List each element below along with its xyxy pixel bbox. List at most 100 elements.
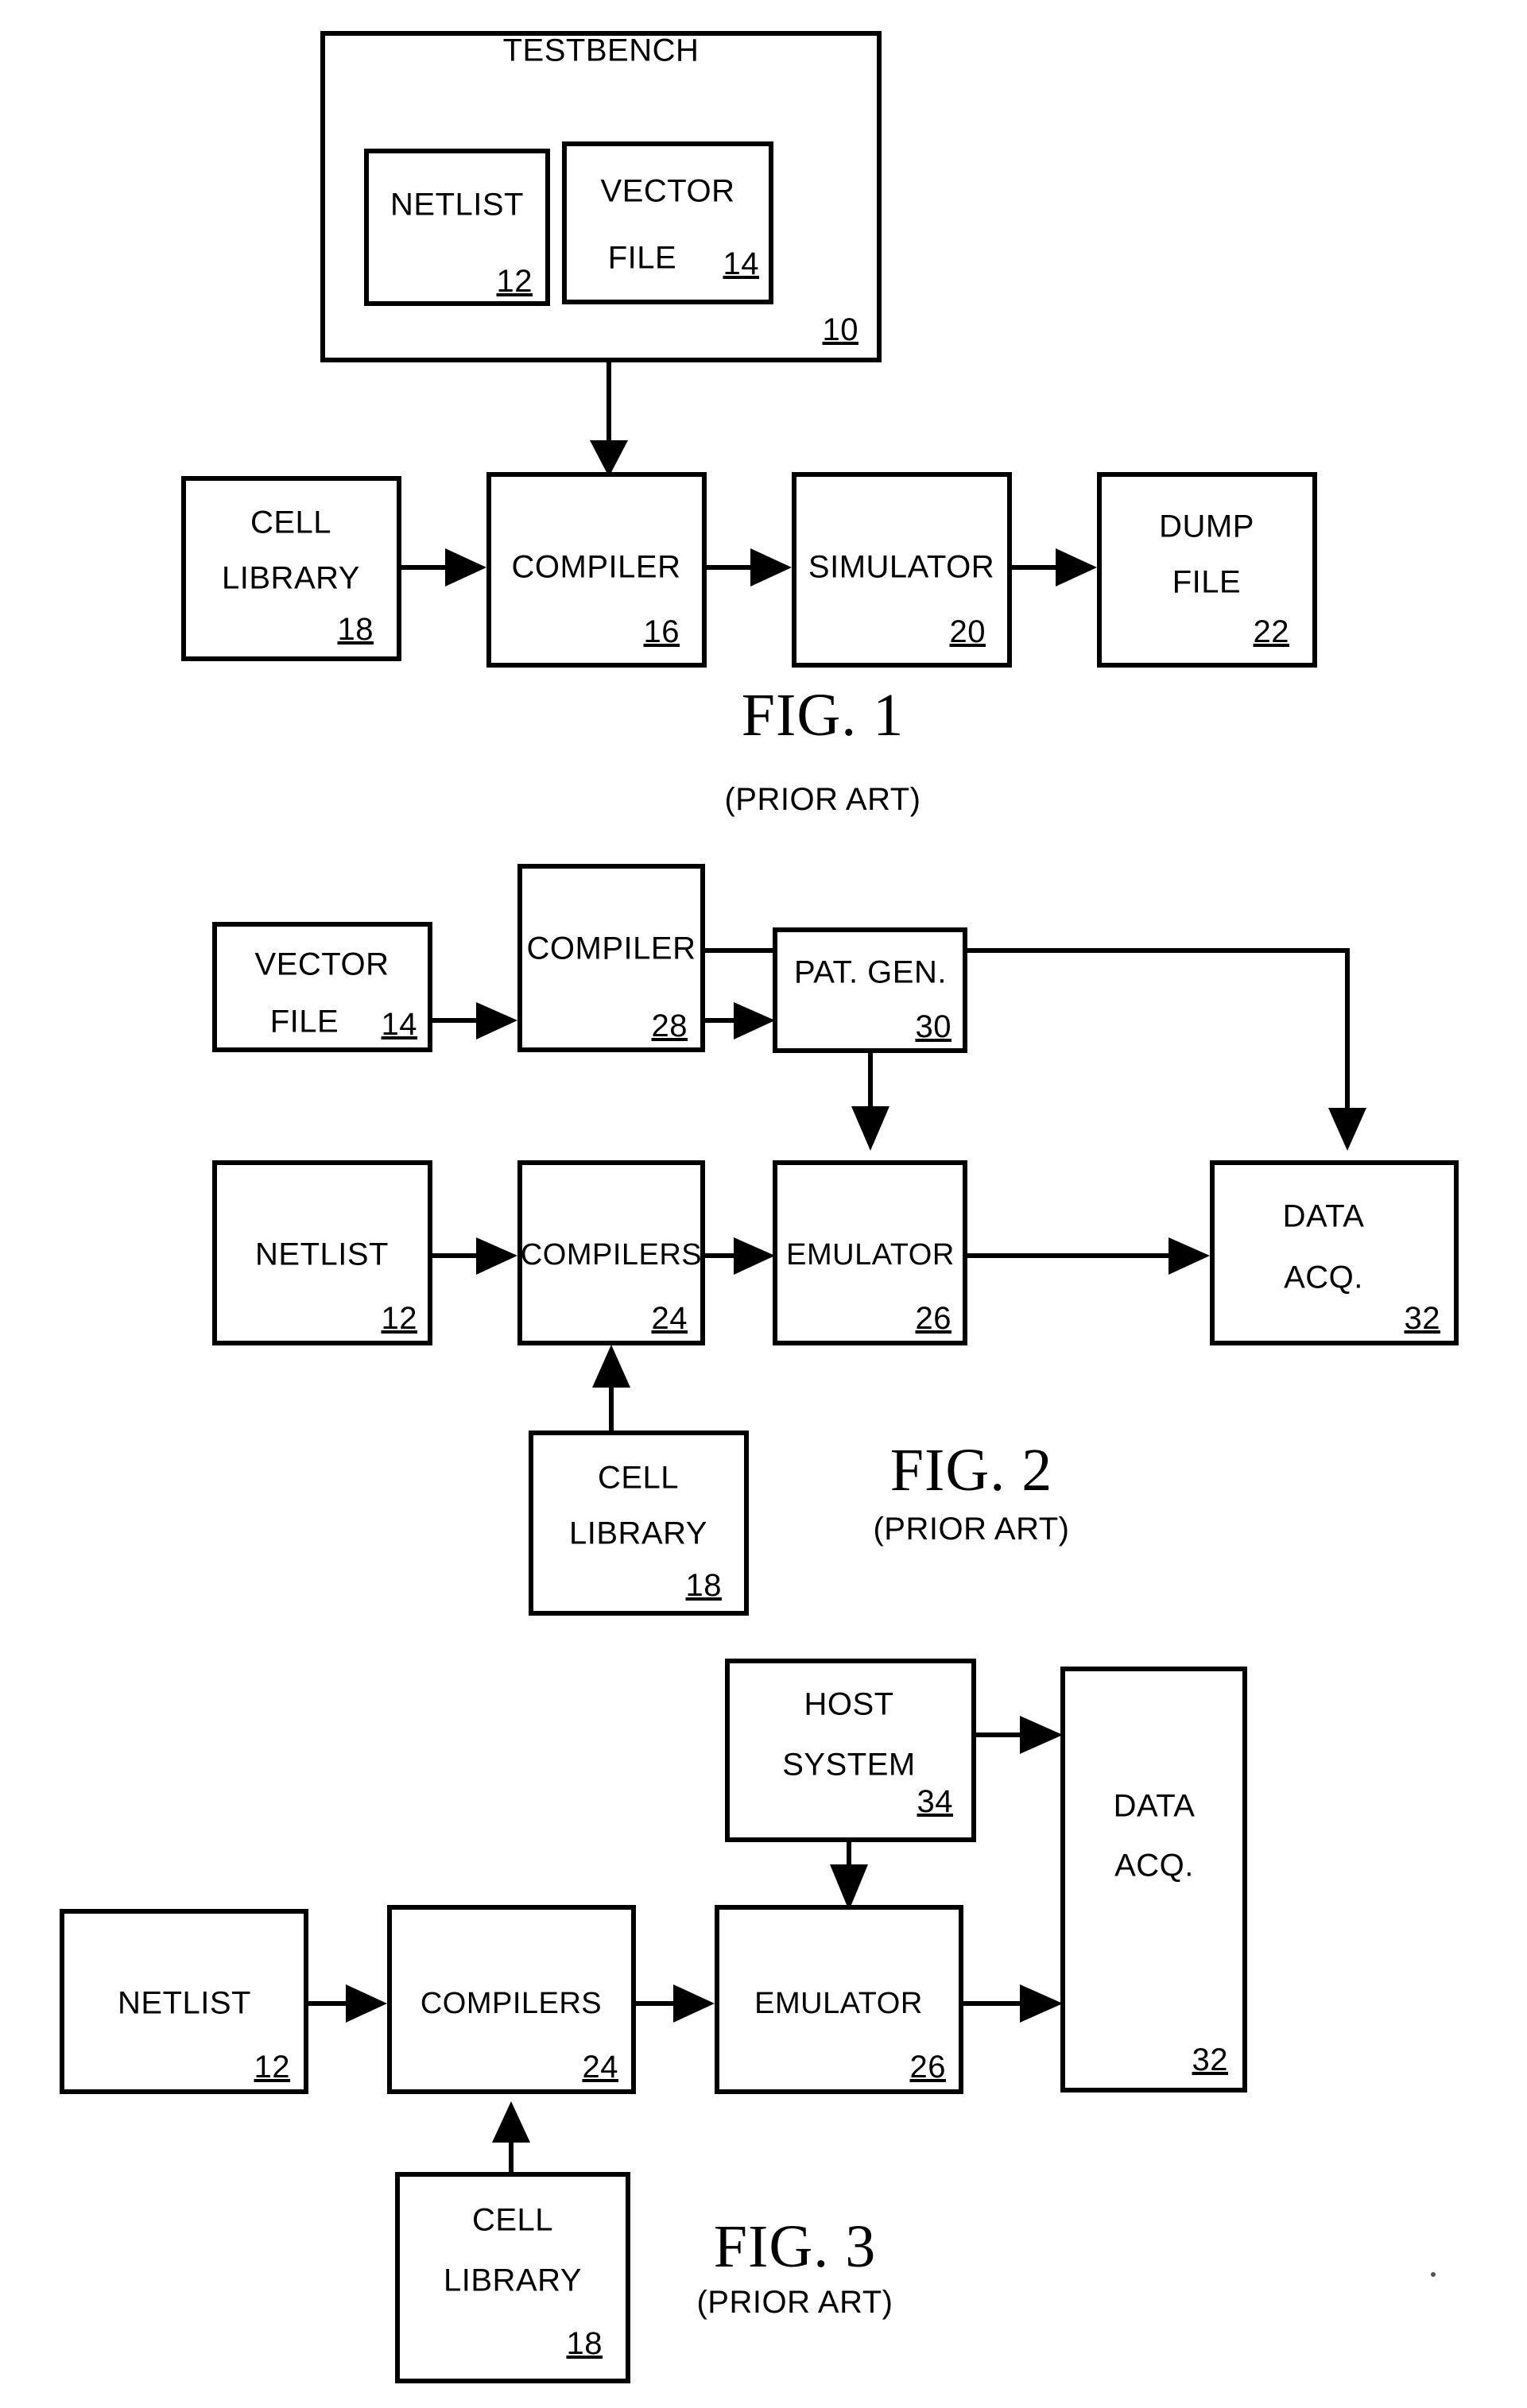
- fig3-cell-library-ref: 18: [567, 2326, 603, 2361]
- fig1-dump-file-label-line1: DUMP: [1159, 509, 1254, 544]
- fig3-block-host-system: HOST SYSTEM 34: [725, 1659, 976, 1842]
- fig1-cell-library-label-line1: CELL: [250, 505, 331, 540]
- fig2-data-acq-label-line1: DATA: [1283, 1199, 1365, 1234]
- fig2-vector-file-label-line1: VECTOR: [255, 947, 390, 982]
- fig3-block-cell-library: CELL LIBRARY 18: [395, 2172, 630, 2383]
- fig3-caption: FIG. 3: [714, 2213, 876, 2280]
- fig3-block-netlist: NETLIST 12: [60, 1909, 308, 2094]
- fig3-compilers-ref: 24: [583, 2050, 619, 2085]
- scan-speck: [1431, 2272, 1436, 2277]
- fig2-block-data-acq: DATA ACQ. 32: [1210, 1160, 1459, 1345]
- fig1-block-cell-library: CELL LIBRARY 18: [181, 476, 401, 661]
- fig3-compilers-label: COMPILERS: [421, 1987, 602, 2020]
- fig2-data-acq-label-line2: ACQ.: [1284, 1260, 1363, 1295]
- fig1-connector-cell-library-to-compiler: [401, 548, 486, 587]
- fig1-vector-file-label-line2: FILE: [608, 241, 676, 276]
- fig3-connector-compilers-to-emulator: [636, 1984, 715, 2023]
- fig1-dump-file-ref: 22: [1254, 614, 1290, 649]
- fig1-simulator-label: SIMULATOR: [808, 550, 994, 585]
- fig2-prior-art-note: (PRIOR ART): [873, 1512, 1069, 1547]
- fig1-netlist-ref: 12: [497, 264, 533, 299]
- fig3-block-compilers: COMPILERS 24: [387, 1905, 636, 2094]
- fig2-cell-library-ref: 18: [686, 1568, 723, 1603]
- fig2-block-compiler: COMPILER 28: [517, 864, 705, 1052]
- fig3-block-emulator: EMULATOR 26: [715, 1905, 963, 2094]
- fig2-compiler-ref: 28: [652, 1008, 688, 1043]
- fig1-testbench-label: TESTBENCH: [503, 33, 700, 68]
- fig2-cell-library-label-line1: CELL: [598, 1461, 679, 1496]
- fig2-compilers-label: COMPILERS: [521, 1238, 702, 1272]
- fig3-netlist-label: NETLIST: [118, 1986, 251, 2021]
- fig3-data-acq-label-line2: ACQ.: [1114, 1849, 1194, 1883]
- fig2-block-compilers: COMPILERS 24: [517, 1160, 705, 1345]
- fig2-vector-file-label-line2: FILE: [270, 1005, 339, 1039]
- fig2-connector-emulator-to-data-acq: [967, 1237, 1210, 1275]
- fig1-block-vector-file: VECTOR FILE 14: [562, 141, 773, 304]
- fig3-connector-host-system-to-data-acq: [976, 1716, 1063, 1754]
- fig2-compiler-label: COMPILER: [527, 931, 696, 966]
- fig2-emulator-label: EMULATOR: [786, 1238, 955, 1272]
- fig1-connector-simulator-to-dump-file: [1012, 548, 1097, 587]
- patent-drawing-sheet: TESTBENCH 10 NETLIST 12 VECTOR FILE 14 C…: [0, 0, 1527, 2408]
- fig3-host-system-ref: 34: [917, 1784, 954, 1819]
- fig1-netlist-label: NETLIST: [390, 188, 524, 223]
- fig2-caption: FIG. 2: [890, 1437, 1052, 1504]
- fig3-connector-host-system-to-emulator: [830, 1841, 868, 1911]
- fig2-pat-gen-ref: 30: [916, 1009, 952, 1044]
- fig2-connector-cell-library-to-compilers: [592, 1345, 630, 1433]
- fig3-host-system-label-line1: HOST: [804, 1687, 893, 1722]
- fig3-data-acq-ref: 32: [1192, 2042, 1229, 2077]
- fig1-vector-file-label-line1: VECTOR: [601, 174, 735, 209]
- fig3-connector-emulator-to-data-acq: [963, 1984, 1063, 2023]
- figures-canvas: TESTBENCH 10 NETLIST 12 VECTOR FILE 14 C…: [60, 31, 1459, 2383]
- fig3-prior-art-note: (PRIOR ART): [696, 2285, 893, 2320]
- fig2-netlist-ref: 12: [382, 1301, 418, 1336]
- fig3-cell-library-label-line2: LIBRARY: [444, 2263, 582, 2298]
- fig3-connector-cell-library-to-compilers: [492, 2101, 530, 2174]
- fig1-dump-file-label-line2: FILE: [1172, 565, 1241, 600]
- fig2-compilers-ref: 24: [652, 1301, 688, 1336]
- fig3-cell-library-label-line1: CELL: [472, 2203, 553, 2238]
- figure-3: HOST SYSTEM 34 DATA ACQ. 32 NETLIST 12 C…: [60, 1659, 1247, 2383]
- fig1-compiler-ref: 16: [644, 614, 680, 649]
- fig2-pat-gen-label: PAT. GEN.: [794, 955, 947, 990]
- fig2-connector-pat-gen-to-emulator: [851, 1052, 889, 1151]
- fig1-block-simulator: SIMULATOR 20: [792, 472, 1012, 668]
- fig2-block-cell-library: CELL LIBRARY 18: [529, 1430, 749, 1616]
- fig2-connector-vector-file-to-compiler: [432, 1002, 517, 1039]
- fig1-block-netlist: NETLIST 12: [364, 149, 550, 306]
- fig1-testbench-ref: 10: [823, 312, 859, 347]
- fig2-vector-file-ref: 14: [382, 1007, 418, 1042]
- fig2-netlist-label: NETLIST: [255, 1237, 389, 1272]
- fig2-block-emulator: EMULATOR 26: [773, 1160, 967, 1345]
- fig3-emulator-ref: 26: [910, 2050, 947, 2085]
- fig1-caption: FIG. 1: [742, 682, 904, 749]
- fig1-block-compiler: COMPILER 16: [486, 472, 707, 668]
- fig3-emulator-label: EMULATOR: [754, 1987, 923, 2020]
- fig2-connector-compiler-to-pat-gen: [705, 1002, 775, 1039]
- fig1-block-dump-file: DUMP FILE 22: [1097, 472, 1317, 668]
- fig1-vector-file-ref: 14: [723, 246, 760, 281]
- fig3-connector-netlist-to-compilers: [308, 1984, 387, 2023]
- fig1-cell-library-label-line2: LIBRARY: [222, 561, 360, 596]
- fig3-data-acq-label-line1: DATA: [1114, 1789, 1196, 1824]
- fig1-compiler-label: COMPILER: [512, 550, 681, 585]
- fig3-netlist-ref: 12: [254, 2050, 291, 2085]
- fig2-connector-compilers-to-emulator: [705, 1237, 775, 1275]
- figure-2: VECTOR FILE 14 COMPILER 28 PAT. GEN. 30 …: [212, 864, 1459, 1616]
- fig1-prior-art-note: (PRIOR ART): [724, 782, 920, 817]
- fig2-cell-library-label-line2: LIBRARY: [569, 1516, 707, 1551]
- fig2-connector-netlist-to-compilers: [432, 1237, 517, 1275]
- fig1-connector-testbench-to-compiler: [590, 362, 628, 477]
- fig3-host-system-label-line2: SYSTEM: [782, 1748, 915, 1783]
- fig1-cell-library-ref: 18: [338, 612, 374, 647]
- fig2-data-acq-ref: 32: [1405, 1301, 1441, 1336]
- fig2-block-pat-gen: PAT. GEN. 30: [773, 927, 967, 1053]
- figure-1: TESTBENCH 10 NETLIST 12 VECTOR FILE 14 C…: [181, 31, 1317, 817]
- fig2-block-netlist: NETLIST 12: [212, 1160, 432, 1345]
- fig2-emulator-ref: 26: [916, 1301, 952, 1336]
- fig1-connector-compiler-to-simulator: [707, 548, 792, 587]
- fig3-block-data-acq: DATA ACQ. 32: [1060, 1667, 1247, 2092]
- fig1-simulator-ref: 20: [950, 614, 986, 649]
- fig2-block-vector-file: VECTOR FILE 14: [212, 922, 432, 1052]
